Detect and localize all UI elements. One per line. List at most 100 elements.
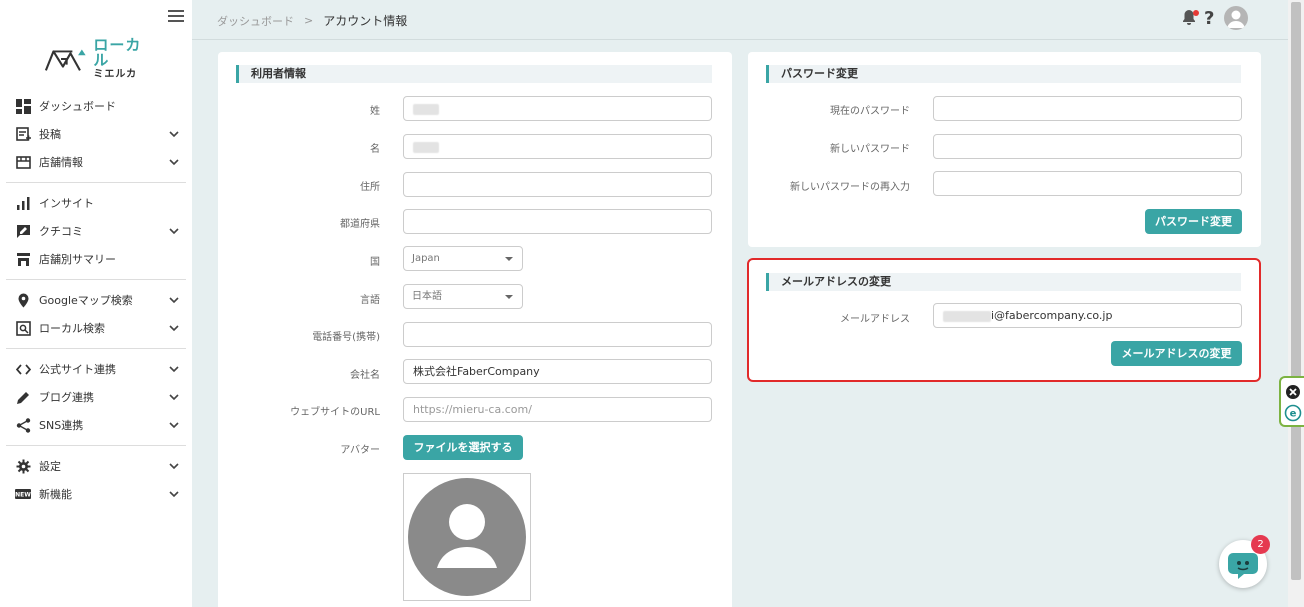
menu-divider xyxy=(6,348,186,349)
dashboard-icon xyxy=(15,98,31,114)
company-input[interactable]: 株式会社FaberCompany xyxy=(403,359,712,384)
menu-divider xyxy=(6,182,186,183)
phone-label: 電話番号(携帯) xyxy=(312,332,380,343)
close-circle-icon[interactable] xyxy=(1284,383,1302,401)
sidebar-item-settings[interactable]: 設定 xyxy=(0,452,192,480)
logo[interactable]: ローカル ミエルカ xyxy=(44,38,154,80)
sidebar-item-store-summary[interactable]: 店舗別サマリー xyxy=(0,245,192,273)
company-label: 会社名 xyxy=(350,370,380,381)
choose-file-button[interactable]: ファイルを選択する xyxy=(403,435,523,460)
sidebar-item-blog[interactable]: ブログ連携 xyxy=(0,383,192,411)
prefecture-input[interactable] xyxy=(403,209,712,234)
chevron-down-icon[interactable] xyxy=(168,322,180,334)
code-icon xyxy=(15,361,31,377)
default-avatar-icon xyxy=(408,478,526,596)
chevron-down-icon[interactable] xyxy=(168,488,180,500)
new-password-input[interactable] xyxy=(933,134,1242,159)
sidebar-item-label: 新機能 xyxy=(39,488,72,501)
avatar-label: アバター xyxy=(340,445,380,456)
last-name-input[interactable] xyxy=(403,96,712,121)
gear-icon xyxy=(15,458,31,474)
map-pin-icon xyxy=(15,292,31,308)
new-password-label: 新しいパスワード xyxy=(830,144,910,155)
sidebar-item-label: ダッシュボード xyxy=(39,100,116,113)
last-name-label: 姓 xyxy=(370,106,380,117)
highlight-frame xyxy=(747,258,1261,382)
prefecture-label: 都道府県 xyxy=(340,219,380,230)
sidebar-item-store-info[interactable]: 店舗情報 xyxy=(0,148,192,176)
address-input[interactable] xyxy=(403,172,712,197)
sidebar-item-google-map-search[interactable]: Googleマップ検索 xyxy=(0,286,192,314)
first-name-input[interactable] xyxy=(403,134,712,159)
vertical-scrollbar[interactable] xyxy=(1288,0,1304,607)
confirm-password-label: 新しいパスワードの再入力 xyxy=(790,182,910,193)
sidebar-item-dashboard[interactable]: ダッシュボード xyxy=(0,92,192,120)
sidebar-item-label: 店舗情報 xyxy=(39,156,83,169)
side-widget: e xyxy=(1279,376,1304,427)
logo-text-primary: ローカル xyxy=(93,36,142,69)
sidebar-item-insight[interactable]: インサイト xyxy=(0,189,192,217)
hamburger-menu-icon[interactable] xyxy=(168,10,184,22)
sidebar-item-review[interactable]: クチコミ xyxy=(0,217,192,245)
sidebar-item-new-features[interactable]: NEW 新機能 xyxy=(0,480,192,508)
breadcrumb: ダッシュボード > アカウント情報 xyxy=(217,12,407,29)
chevron-down-icon[interactable] xyxy=(168,128,180,140)
change-password-button[interactable]: パスワード変更 xyxy=(1145,209,1242,234)
new-badge-icon: NEW xyxy=(15,486,31,502)
share-icon xyxy=(15,417,31,433)
top-bar: ダッシュボード > アカウント情報 ? xyxy=(192,0,1288,40)
language-label: 言語 xyxy=(360,295,380,306)
chevron-down-icon[interactable] xyxy=(168,363,180,375)
avatar-preview xyxy=(403,473,531,601)
country-select[interactable]: Japan xyxy=(403,246,523,271)
menu-divider xyxy=(6,279,186,280)
svg-text:e: e xyxy=(1290,409,1297,420)
pencil-icon xyxy=(15,389,31,405)
chevron-down-icon[interactable] xyxy=(168,225,180,237)
country-value: Japan xyxy=(412,253,440,264)
password-title: パスワード変更 xyxy=(766,65,1241,83)
svg-text:NEW: NEW xyxy=(15,492,31,499)
website-input[interactable]: https://mieru-ca.com/ xyxy=(403,397,712,422)
chevron-down-icon[interactable] xyxy=(168,391,180,403)
phone-input[interactable] xyxy=(403,322,712,347)
sidebar-item-local-search[interactable]: ローカル検索 xyxy=(0,314,192,342)
help-icon[interactable]: ? xyxy=(1204,8,1214,29)
sidebar-item-label: クチコミ xyxy=(39,225,83,238)
language-value: 日本語 xyxy=(412,291,442,302)
extension-e-icon[interactable]: e xyxy=(1284,404,1302,422)
sidebar-item-official-site[interactable]: 公式サイト連携 xyxy=(0,355,192,383)
notification-bell-icon[interactable] xyxy=(1182,9,1199,27)
sidebar-item-label: 設定 xyxy=(39,460,61,473)
confirm-password-input[interactable] xyxy=(933,171,1242,196)
breadcrumb-dashboard-link[interactable]: ダッシュボード xyxy=(217,13,294,29)
redacted-value xyxy=(413,103,439,115)
chevron-down-icon[interactable] xyxy=(168,156,180,168)
sidebar-item-label: 店舗別サマリー xyxy=(39,253,116,266)
breadcrumb-separator: > xyxy=(304,14,314,27)
language-select[interactable]: 日本語 xyxy=(403,284,523,309)
sidebar-item-sns[interactable]: SNS連携 xyxy=(0,411,192,439)
local-search-icon xyxy=(15,320,31,336)
chevron-down-icon[interactable] xyxy=(168,419,180,431)
menu-divider xyxy=(6,445,186,446)
top-icons: ? xyxy=(1182,6,1249,30)
address-label: 住所 xyxy=(360,182,380,193)
country-label: 国 xyxy=(370,257,380,268)
website-label: ウェブサイトのURL xyxy=(290,407,380,418)
current-password-label: 現在のパスワード xyxy=(830,106,910,117)
chat-launcher[interactable]: 2 xyxy=(1219,535,1270,588)
logo-mark-icon xyxy=(44,49,86,71)
scrollbar-thumb[interactable] xyxy=(1291,2,1301,580)
sidebar-item-label: ローカル検索 xyxy=(39,322,105,335)
store-summary-icon xyxy=(15,251,31,267)
caret-down-icon xyxy=(505,295,513,299)
chevron-down-icon[interactable] xyxy=(168,460,180,472)
user-avatar[interactable] xyxy=(1224,6,1249,30)
sidebar-menu: ダッシュボード 投稿 店舗情報 インサイト クチコミ 店舗別サマリー Googl… xyxy=(0,92,192,508)
sidebar-item-label: SNS連携 xyxy=(39,419,84,432)
chevron-down-icon[interactable] xyxy=(168,294,180,306)
sidebar-item-post[interactable]: 投稿 xyxy=(0,120,192,148)
current-password-input[interactable] xyxy=(933,96,1242,121)
post-icon xyxy=(15,126,31,142)
